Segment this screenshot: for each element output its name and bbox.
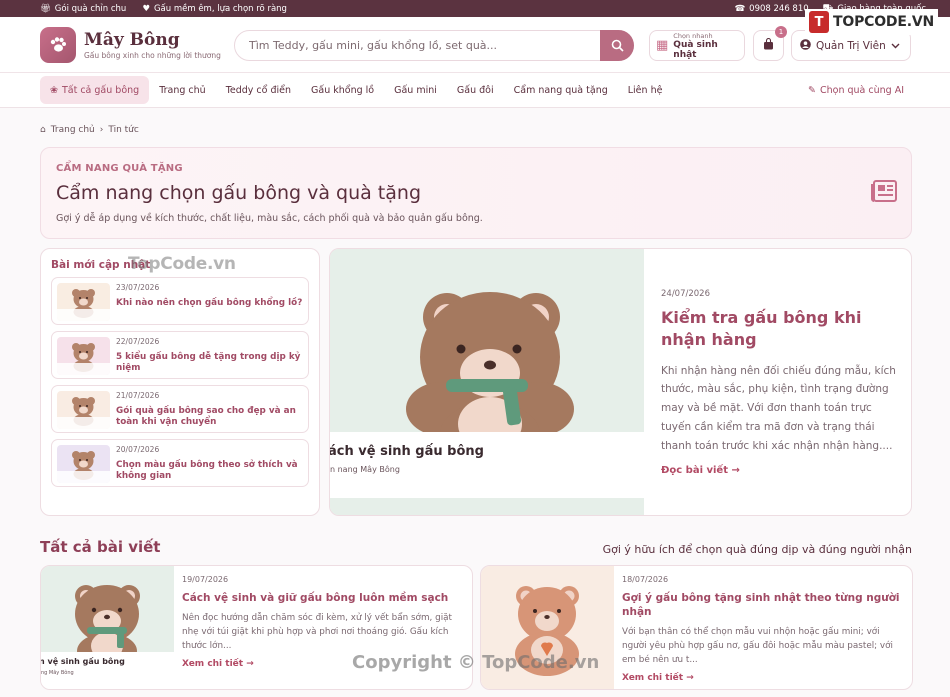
recent-post-title[interactable]: 5 kiểu gấu bông dễ tặng trong dịp kỷ niệ… [116,352,303,374]
post-card-date: 18/07/2026 [622,575,669,584]
topcode-watermark: TopCode.vn [128,254,236,274]
recent-post-thumb [57,391,110,429]
recent-post-item[interactable]: 21/07/2026 Gói quà gấu bông sao cho đẹp v… [51,385,309,433]
recent-post-date: 22/07/2026 [116,337,160,346]
chevron-down-icon [891,40,900,52]
brand-name: Mây Bông [84,29,180,50]
recent-post-item[interactable]: 20/07/2026 Chọn màu gấu bông theo sở thíc… [51,439,309,487]
featured-text: 24/07/2026 Kiểm tra gấu bông khi nhận hà… [661,289,901,476]
magic-wand-icon: ✎ [808,84,816,96]
breadcrumb: ⌂ Trang chủ › Tin tức [40,125,139,135]
phone-icon: ☎ [734,3,746,14]
featured-title[interactable]: Kiểm tra gấu bông khi nhận hàng [661,307,901,352]
recent-post-date: 23/07/2026 [116,283,160,292]
hero-subtitle: Gợi ý dễ áp dụng về kích thước, chất liệ… [56,213,483,224]
heart-icon: ♥ [142,3,150,14]
paw-icon [40,26,76,63]
post-card-title[interactable]: Gợi ý gấu bông tặng sinh nhật theo từng … [622,591,904,619]
chevron-right-icon: › [99,125,104,135]
search-button[interactable] [600,30,634,61]
quick-pick-button[interactable]: ▦ Chọn nhanh Quà sinh nhật [649,30,745,61]
recent-post-title[interactable]: Chọn màu gấu bông theo sở thích và không… [116,460,303,482]
newspaper-icon [871,180,897,208]
search-input[interactable] [235,39,600,52]
site-logo[interactable]: Mây Bông Gấu bông xinh cho những lời thư… [40,26,234,63]
nav-classic-teddy[interactable]: Teddy cổ điển [216,76,301,104]
featured-date: 24/07/2026 [661,289,710,299]
nav-contact[interactable]: Liên hệ [618,76,673,104]
nav-couple-bears[interactable]: Gấu đôi [447,76,504,104]
all-posts-title: Tất cả bài viết [40,538,161,556]
user-icon [800,38,811,53]
bag-icon [763,37,774,53]
recent-post-date: 21/07/2026 [116,391,160,400]
search-bar [234,30,634,61]
post-card-image: n vệ sinh gấu bông ng Mây Bông [41,566,174,689]
home-icon: ⌂ [40,125,46,135]
post-card-excerpt: Nên đọc hướng dẫn chăm sóc đi kèm, xử lý… [182,613,452,652]
soft-info: ♥ Gấu mềm êm, lựa chọn rõ ràng [142,3,287,14]
topcode-logo-icon: T [809,11,830,33]
featured-image-caption: ách vệ sinh gấu bông n nang Mây Bông [330,432,644,498]
nav-home[interactable]: Trang chủ [149,76,215,104]
featured-image: ách vệ sinh gấu bông n nang Mây Bông [330,249,644,515]
all-posts-hint: Gợi ý hữu ích để chọn quà đúng dịp và đú… [602,543,912,556]
cart-count-badge: 1 [775,26,787,38]
breadcrumb-home[interactable]: Trang chủ [51,125,95,135]
recent-post-date: 20/07/2026 [116,445,160,454]
nav-gift-guide[interactable]: Cẩm nang quà tặng [504,76,618,104]
featured-post[interactable]: ách vệ sinh gấu bông n nang Mây Bông 24/… [329,248,912,516]
phone-info[interactable]: ☎ 0908 246 810 [735,4,809,14]
paw-icon: ❀ [50,84,58,96]
topcode-logo-text: TOPCODE.VN [833,14,934,30]
recent-post-title[interactable]: Gói quà gấu bông sao cho đẹp và an toàn … [116,406,303,428]
gift-icon: 🎁︎ [40,3,51,14]
recent-post-thumb [57,337,110,375]
featured-excerpt: Khi nhận hàng nên đối chiếu đúng mẫu, kí… [661,364,896,452]
recent-post-item[interactable]: 23/07/2026 Khi nào nên chọn gấu bông khổn… [51,277,309,325]
cake-icon: ▦ [656,38,669,53]
cart-button[interactable]: 1 [753,26,787,61]
nav-all-bears[interactable]: ❀ Tất cả gấu bông [40,76,150,104]
copyright-watermark: Copyright © TopCode.vn [352,652,600,673]
main-nav: ❀ Tất cả gấu bông Trang chủ Teddy cổ điển… [0,73,950,108]
breadcrumb-current: Tin tức [108,125,139,135]
post-card-excerpt: Với bạn thân có thể chọn mẫu vui nhộn ho… [622,627,893,666]
recent-post-item[interactable]: 22/07/2026 5 kiểu gấu bông dễ tặng trong … [51,331,309,379]
gift-info: 🎁︎ Gói quà chỉn chu [40,3,127,14]
search-icon [611,39,624,52]
recent-post-title[interactable]: Khi nào nên chọn gấu bông khổng lồ? [116,298,302,309]
nav-giant-bears[interactable]: Gấu khổng lồ [301,76,384,104]
nav-mini-bears[interactable]: Gấu mini [384,76,447,104]
post-card-more-link[interactable]: Xem chi tiết → [622,673,904,683]
svg-text:n vệ sinh gấu bông: n vệ sinh gấu bông [41,656,125,666]
hero-banner: CẨM NANG QUÀ TẶNG Cẩm nang chọn gấu bông… [40,147,912,239]
hero-kicker: CẨM NANG QUÀ TẶNG [56,163,183,174]
post-card-text: 18/07/2026 Gợi ý gấu bông tặng sinh nhật… [622,575,904,683]
recent-posts-panel: Bài mới cập nhật 23/07/2026 Khi nào nên c… [40,248,320,516]
read-more-link[interactable]: Đọc bài viết → [661,465,901,476]
post-card-title[interactable]: Cách vệ sinh và giữ gấu bông luôn mềm sạ… [182,591,464,605]
ai-gift-link[interactable]: ✎ Chọn quà cùng AI [808,85,904,96]
recent-post-thumb [57,445,110,483]
site-header: Mây Bông Gấu bông xinh cho những lời thư… [0,9,950,73]
user-name: Quản Trị Viên [816,39,886,52]
topcode-logo: T TOPCODE.VN [805,9,938,35]
hero-title: Cẩm nang chọn gấu bông và quà tặng [56,182,421,204]
recent-post-thumb [57,283,110,321]
svg-text:ng Mây Bông: ng Mây Bông [41,669,74,676]
brand-tagline: Gấu bông xinh cho những lời thương [84,50,221,60]
post-card-date: 19/07/2026 [182,575,229,584]
